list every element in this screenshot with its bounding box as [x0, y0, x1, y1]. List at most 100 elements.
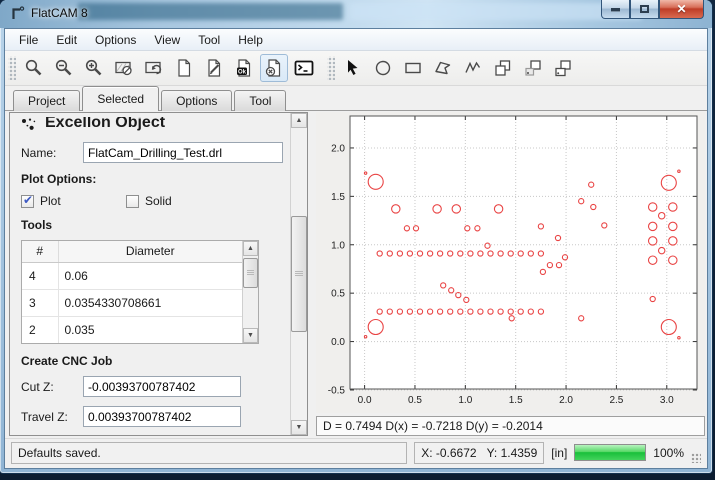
cutz-label: Cut Z: [21, 380, 83, 394]
new-project-button[interactable] [170, 54, 198, 82]
client-area: FileEditOptionsViewToolHelp Ok ProjectSe… [4, 28, 708, 469]
menu-item-help[interactable]: Help [229, 31, 272, 49]
flatcam-logo-icon [9, 5, 26, 22]
ok-document-button[interactable]: Ok [230, 54, 258, 82]
plot-figure[interactable]: 0.00.51.01.52.02.53.0-0.50.00.51.01.52.0 [316, 112, 705, 413]
units-label: [in] [551, 446, 567, 460]
toolbar-group-draw [338, 54, 578, 82]
svg-text:0.5: 0.5 [331, 289, 345, 300]
svg-text:2.5: 2.5 [609, 395, 623, 406]
table-row[interactable]: 20.035 [22, 316, 242, 343]
svg-text:2.0: 2.0 [331, 143, 345, 154]
tab-project[interactable]: Project [13, 90, 80, 111]
scatter-plot[interactable]: 0.00.51.01.52.02.53.0-0.50.00.51.01.52.0 [316, 112, 705, 413]
close-button[interactable]: ✕ [659, 0, 704, 19]
table-row [22, 343, 242, 344]
app-window: FlatCAM 8 ✕ FileEditOptionsViewToolHelp … [0, 0, 712, 473]
delta-readout: D = 0.7494 D(x) = -0.7218 D(y) = -0.2014 [316, 416, 705, 436]
copy-objects-icon [493, 58, 513, 78]
tool-diameter[interactable]: 0.0354330708661 [58, 289, 242, 316]
draw-polygon-button[interactable] [429, 54, 457, 82]
menu-item-options[interactable]: Options [86, 31, 145, 49]
toolbar-grip[interactable] [8, 56, 16, 80]
scroll-up-icon[interactable]: ▲ [243, 241, 258, 256]
menu-item-edit[interactable]: Edit [47, 31, 86, 49]
copy-geometry-icon [523, 58, 543, 78]
svg-text:-0.5: -0.5 [328, 385, 346, 396]
scroll-up-icon[interactable]: ▲ [291, 113, 307, 128]
checkbox-checked-icon [21, 195, 34, 208]
coordinate-x: X: -0.6672 [421, 446, 476, 460]
solid-checkbox[interactable]: Solid [126, 194, 231, 208]
zoom-fit-button[interactable] [20, 54, 48, 82]
table-header[interactable]: # [22, 241, 58, 262]
status-message: Defaults saved. [11, 442, 407, 464]
minimize-button[interactable] [601, 0, 630, 19]
cutz-input[interactable] [83, 376, 241, 397]
scroll-down-icon[interactable]: ▼ [291, 420, 307, 435]
select-arrow-button[interactable] [339, 54, 367, 82]
titlebar-glass-reflection [78, 3, 343, 20]
table-scrollbar[interactable]: ▲ ▼ [242, 241, 258, 343]
svg-text:3.0: 3.0 [660, 395, 674, 406]
tool-number[interactable]: 2 [22, 316, 58, 343]
panel-scrollbar[interactable]: ▲ ▼ [290, 113, 307, 435]
resize-grip-icon[interactable] [691, 453, 701, 463]
draw-polygon-icon [433, 58, 453, 78]
menu-item-tool[interactable]: Tool [189, 31, 229, 49]
scrollbar-thumb[interactable] [243, 258, 258, 288]
table-header[interactable]: Diameter [58, 241, 242, 262]
name-input[interactable] [83, 142, 283, 163]
tool-diameter[interactable]: 0.035 [58, 316, 242, 343]
tab-options[interactable]: Options [161, 90, 232, 111]
copy-objects-button[interactable] [489, 54, 517, 82]
minimize-icon [611, 8, 620, 11]
panel-splitter[interactable] [308, 112, 316, 436]
draw-circle-button[interactable] [369, 54, 397, 82]
zoom-in-button[interactable] [80, 54, 108, 82]
travelz-input[interactable] [83, 406, 241, 427]
tool-number[interactable]: 4 [22, 262, 58, 289]
scrollbar-thumb[interactable] [291, 216, 307, 332]
edit-object-button[interactable] [200, 54, 228, 82]
tab-tool[interactable]: Tool [234, 90, 286, 111]
svg-text:1.5: 1.5 [331, 192, 345, 203]
tool-number[interactable]: 3 [22, 289, 58, 316]
window-title: FlatCAM 8 [31, 6, 88, 20]
menu-item-view[interactable]: View [145, 31, 189, 49]
svg-text:0.0: 0.0 [358, 395, 372, 406]
toolbar-group-main: Ok [19, 54, 319, 82]
scroll-down-icon[interactable]: ▼ [243, 328, 258, 343]
svg-text:1.0: 1.0 [458, 395, 472, 406]
title-bar[interactable]: FlatCAM 8 ✕ [0, 0, 712, 28]
maximize-button[interactable] [630, 0, 659, 19]
tools-table: #Diameter 40.0630.035433070866120.035 ▲ … [21, 240, 259, 344]
draw-polyline-button[interactable] [459, 54, 487, 82]
delete-object-button[interactable] [260, 54, 288, 82]
cnc-job-label: Create CNC Job [21, 354, 286, 368]
status-bar: Defaults saved. X: -0.6672Y: 1.4359 [in]… [5, 438, 707, 468]
replot-button[interactable] [140, 54, 168, 82]
copy-geometry-button[interactable] [519, 54, 547, 82]
plot-checkbox[interactable]: Plot [21, 194, 126, 208]
plot-options-label: Plot Options: [21, 172, 286, 186]
tab-selected[interactable]: Selected [82, 86, 159, 111]
toolbar-grip[interactable] [327, 56, 335, 80]
ok-document-icon: Ok [234, 58, 254, 78]
move-objects-button[interactable] [549, 54, 577, 82]
clear-plot-button[interactable] [110, 54, 138, 82]
svg-text:2.0: 2.0 [559, 395, 573, 406]
menu-item-file[interactable]: File [10, 31, 47, 49]
maximize-icon [640, 5, 649, 13]
solid-checkbox-label: Solid [145, 194, 172, 208]
table-row[interactable]: 30.0354330708661 [22, 289, 242, 316]
svg-text:1.0: 1.0 [331, 240, 345, 251]
tool-diameter[interactable]: 0.06 [58, 262, 242, 289]
table-row[interactable]: 40.06 [22, 262, 242, 289]
console-button[interactable] [290, 54, 318, 82]
draw-rectangle-button[interactable] [399, 54, 427, 82]
delete-object-icon [264, 58, 284, 78]
zoom-out-button[interactable] [50, 54, 78, 82]
progress-percent: 100% [653, 446, 684, 460]
move-objects-icon [553, 58, 573, 78]
